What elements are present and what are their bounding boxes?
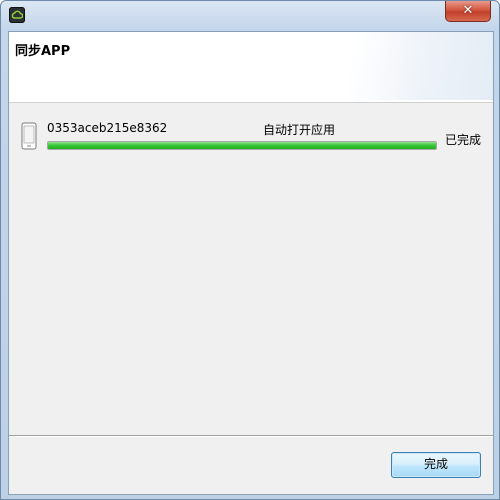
footer-divider [9,435,493,437]
title-bar[interactable]: ✕ [1,1,499,29]
sync-progress-fill [48,142,436,149]
close-icon: ✕ [462,3,474,18]
device-id: 0353aceb215e8362 [47,121,168,135]
sync-result-label: 已完成 [445,133,482,147]
device-row: 0353aceb215e8362 自动打开应用 已完成 [9,118,493,158]
finish-button[interactable]: 完成 [391,452,481,478]
phone-icon [21,122,37,153]
close-button[interactable]: ✕ [445,1,491,22]
cloud-app-icon [9,7,25,23]
sync-app-window: ✕ 同步APP 0353aceb215e8362 自动打开应用 已完成 完成 [0,0,500,500]
dialog-client-area: 同步APP 0353aceb215e8362 自动打开应用 已完成 完成 [8,31,494,495]
header-panel: 同步APP [9,32,493,103]
sync-progress-bar [47,141,437,150]
device-status: 自动打开应用 [263,123,336,137]
page-title: 同步APP [15,44,71,59]
